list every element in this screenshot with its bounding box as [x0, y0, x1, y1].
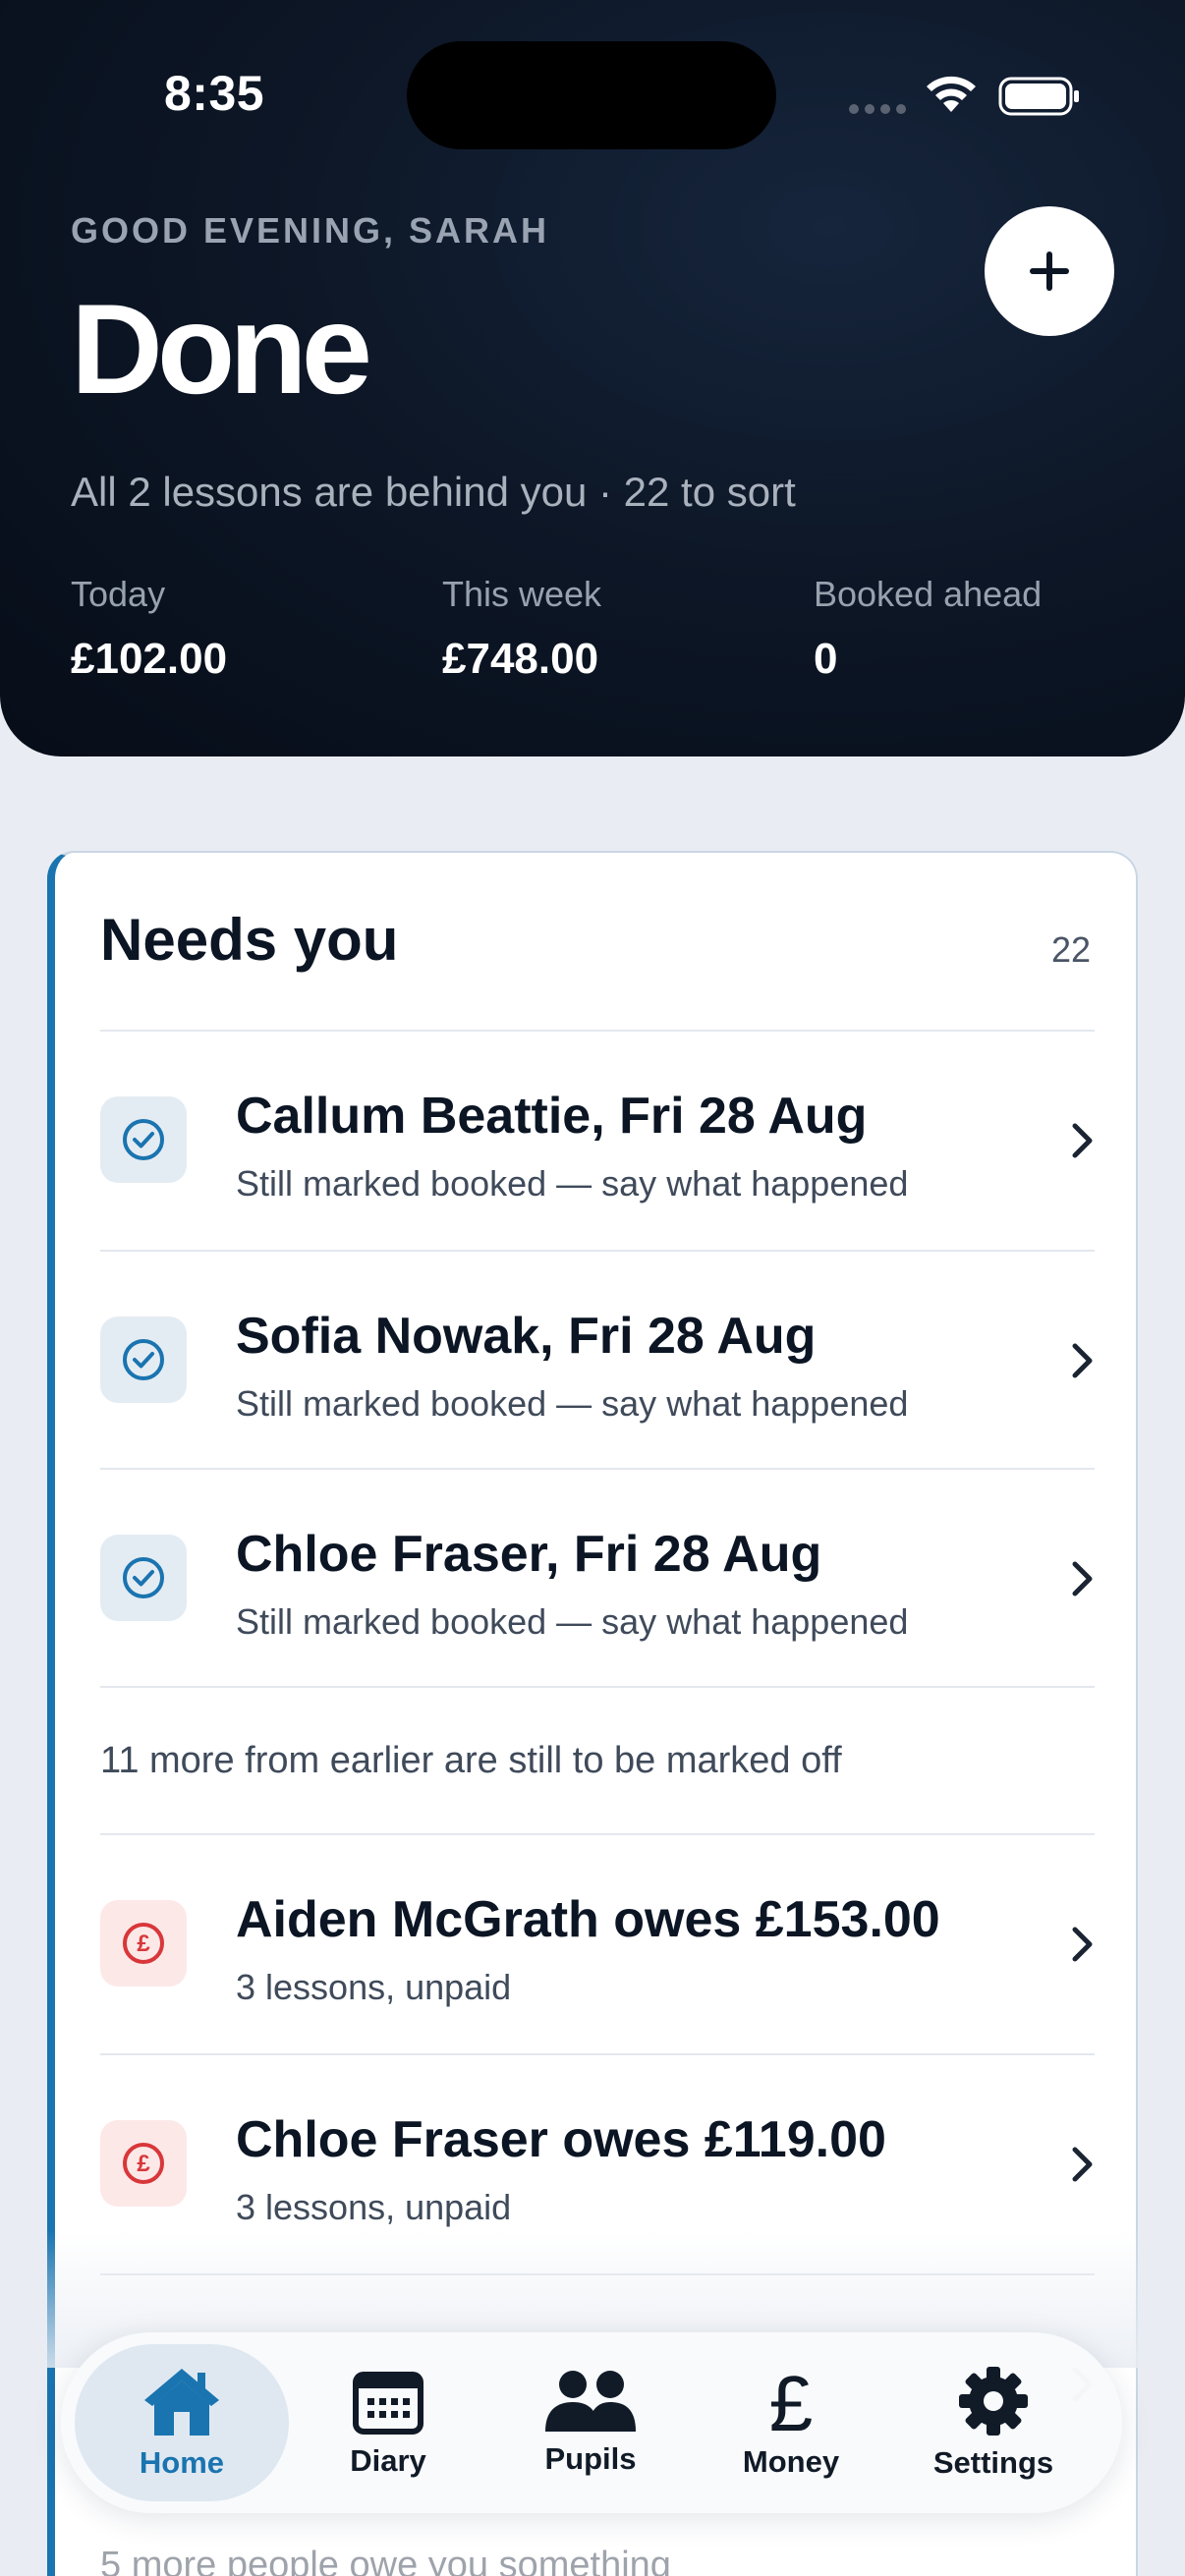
wifi-icon	[927, 76, 976, 112]
stat-label: Booked ahead	[814, 574, 1043, 614]
more-booked-note: 11 more from earlier are still to be mar…	[100, 1740, 842, 1781]
row-title: Chloe Fraser, Fri 28 Aug	[236, 1526, 822, 1583]
needs-you-count: 22	[1050, 929, 1091, 970]
tab-label: Money	[742, 2444, 840, 2479]
tab-label: Settings	[932, 2445, 1054, 2480]
row-subtitle: Still marked booked — say what happened	[236, 1383, 909, 1424]
tab-home[interactable]: Home	[75, 2344, 289, 2501]
people-icon	[545, 2371, 636, 2432]
tab-pupils[interactable]: Pupils	[483, 2344, 698, 2501]
cellular-signal-icon	[849, 104, 906, 114]
row-title: Aiden McGrath owes £153.00	[236, 1891, 940, 1948]
row-title: Callum Beattie, Fri 28 Aug	[236, 1088, 868, 1145]
tab-bar: Home Diary Pupils £ Money Settings	[61, 2332, 1122, 2513]
plus-icon	[1030, 252, 1069, 291]
page-title: Done	[71, 277, 372, 420]
svg-text:£: £	[137, 2151, 150, 2177]
chevron-right-icon	[1072, 1561, 1093, 1596]
stat-value: £102.00	[71, 635, 228, 683]
card-title: Needs you	[100, 907, 399, 973]
list-item[interactable]: £ Chloe Fraser owes £119.00 3 lessons, u…	[100, 2055, 1095, 2273]
list-item[interactable]: Sofia Nowak, Fri 28 Aug Still marked boo…	[100, 1252, 1095, 1470]
stat-today: Today £102.00	[71, 574, 227, 684]
stat-value: 0	[814, 635, 838, 683]
tab-label: Home	[139, 2445, 225, 2480]
list-item[interactable]: Callum Beattie, Fri 28 Aug Still marked …	[100, 1032, 1095, 1250]
row-title: Sofia Nowak, Fri 28 Aug	[236, 1308, 817, 1365]
dynamic-island	[407, 41, 776, 149]
stat-value: £748.00	[442, 635, 599, 683]
row-subtitle: 3 lessons, unpaid	[236, 1967, 512, 2007]
list-item[interactable]: £ Aiden McGrath owes £153.00 3 lessons, …	[100, 1835, 1095, 2053]
greeting: GOOD EVENING, SARAH	[71, 210, 550, 251]
check-circle-icon	[100, 1096, 187, 1183]
battery-icon	[998, 77, 1079, 116]
page-subtitle: All 2 lessons are behind you · 22 to sor…	[71, 469, 796, 515]
check-circle-icon	[100, 1535, 187, 1621]
row-subtitle: 3 lessons, unpaid	[236, 2187, 512, 2227]
row-subtitle: Still marked booked — say what happened	[236, 1601, 909, 1642]
chevron-right-icon	[1072, 1927, 1093, 1962]
chevron-right-icon	[1072, 1343, 1093, 1378]
header: 8:35 GOOD EVENING, SARAH Done All 2 less…	[0, 0, 1185, 756]
svg-text:£: £	[137, 1931, 150, 1957]
row-subtitle: Still marked booked — say what happened	[236, 1163, 909, 1204]
svg-text:£: £	[769, 2366, 814, 2436]
chevron-right-icon	[1072, 2147, 1093, 2182]
stat-label: This week	[442, 574, 602, 614]
tab-label: Pupils	[544, 2441, 637, 2476]
calendar-icon	[353, 2372, 423, 2435]
list-item[interactable]: Chloe Fraser, Fri 28 Aug Still marked bo…	[100, 1470, 1095, 1688]
tab-label: Diary	[350, 2443, 426, 2478]
more-owed-note: 5 more people owe you something	[100, 2545, 671, 2576]
home-icon	[144, 2369, 219, 2436]
pound-circle-icon: £	[100, 2120, 187, 2207]
tab-settings[interactable]: Settings	[886, 2344, 1100, 2501]
needs-you-card: Needs you 22 Callum Beattie, Fri 28 Aug …	[47, 851, 1138, 2576]
tab-diary[interactable]: Diary	[281, 2344, 495, 2501]
check-circle-icon	[100, 1316, 187, 1403]
chevron-right-icon	[1072, 1123, 1093, 1158]
add-button[interactable]	[985, 206, 1114, 336]
tab-money[interactable]: £ Money	[684, 2344, 898, 2501]
stat-this-week: This week £748.00	[442, 574, 601, 684]
row-title: Chloe Fraser owes £119.00	[236, 2111, 886, 2168]
status-time: 8:35	[164, 66, 265, 121]
pound-circle-icon: £	[100, 1900, 187, 1987]
stat-label: Today	[71, 574, 166, 614]
divider	[100, 1686, 1095, 1688]
pound-icon: £	[769, 2366, 814, 2436]
stat-booked-ahead: Booked ahead 0	[814, 574, 1042, 684]
gear-icon	[959, 2367, 1028, 2436]
